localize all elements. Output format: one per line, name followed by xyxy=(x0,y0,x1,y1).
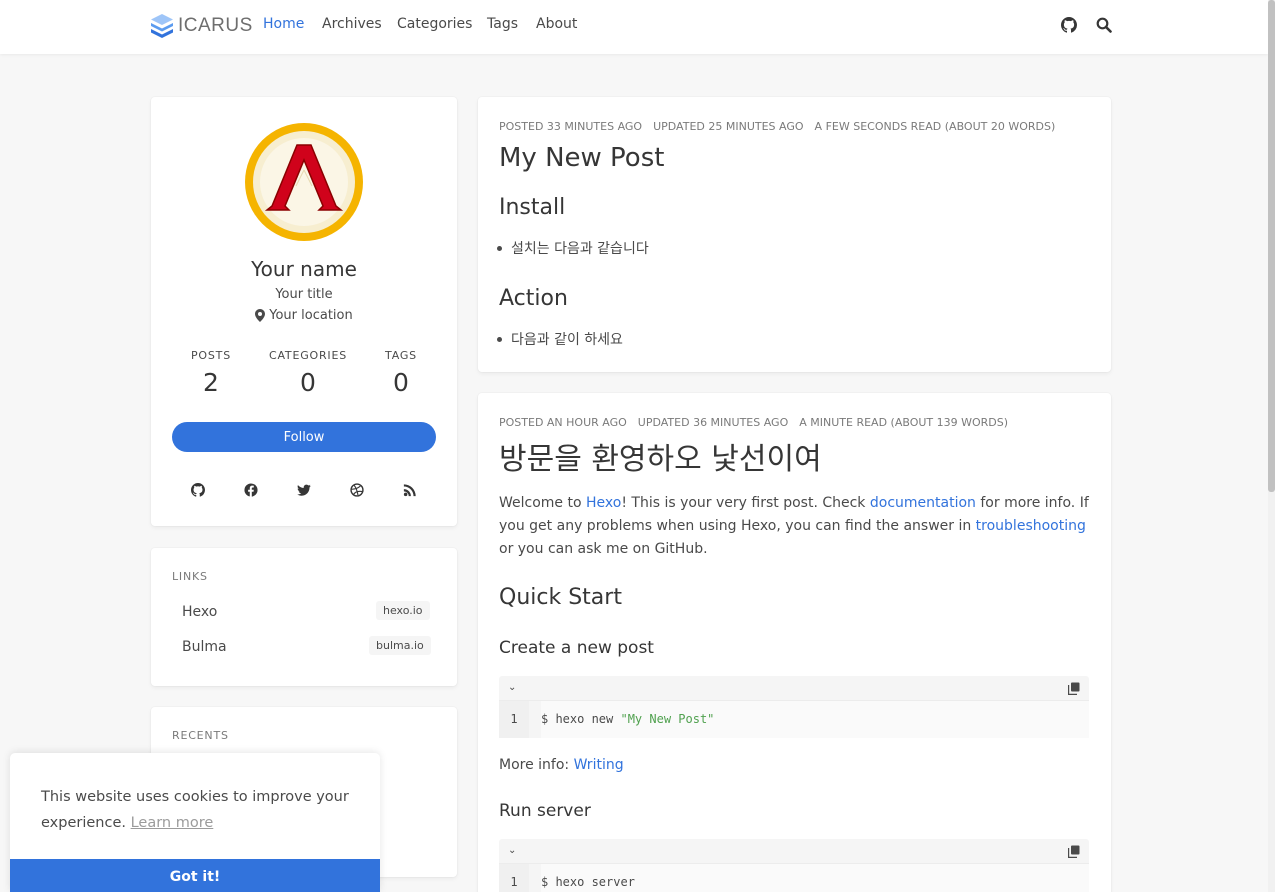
brand-logo-icon xyxy=(151,14,173,38)
hexo-link[interactable]: Hexo xyxy=(586,495,621,511)
recents-section-label: RECENTS xyxy=(172,729,229,742)
post-updated-date: UPDATED 25 MINUTES AGO xyxy=(653,120,804,133)
stat-value: 0 xyxy=(300,368,316,397)
profile-name: Your name xyxy=(251,257,357,281)
chevron-down-icon[interactable]: ⌄ xyxy=(508,682,516,693)
code-body: 1 $ hexo server xyxy=(499,864,1089,892)
code-line: $ hexo new "My New Post" xyxy=(541,701,1089,738)
follow-button[interactable]: Follow xyxy=(172,422,436,452)
stat-posts[interactable]: POSTS 2 xyxy=(161,349,261,397)
search-icon[interactable] xyxy=(1096,17,1112,33)
profile-location-text: Your location xyxy=(269,308,353,323)
links-card: LINKS Hexo hexo.io Bulma bulma.io xyxy=(151,548,457,686)
post-read-time: A MINUTE READ (ABOUT 139 WORDS) xyxy=(799,416,1009,429)
cookie-accept-button[interactable]: Got it! xyxy=(10,859,380,892)
profile-title: Your title xyxy=(275,287,333,302)
chevron-down-icon[interactable]: ⌄ xyxy=(508,845,516,856)
dribbble-icon[interactable] xyxy=(350,483,364,497)
code-string: "My New Post" xyxy=(620,712,715,726)
section-heading: Action xyxy=(499,286,568,311)
stat-categories[interactable]: CATEGORIES 0 xyxy=(258,349,358,397)
code-text: $ hexo new xyxy=(541,712,621,726)
cookie-message: This website uses cookies to improve you… xyxy=(41,784,361,836)
post-posted-date: POSTED AN HOUR AGO xyxy=(499,416,627,429)
avatar xyxy=(245,123,363,241)
code-block: ⌄ 1 $ hexo server xyxy=(499,839,1089,892)
cookie-banner: This website uses cookies to improve you… xyxy=(10,753,380,892)
nav-home[interactable]: Home xyxy=(263,16,304,32)
nav-tags[interactable]: Tags xyxy=(487,16,518,32)
section-heading: Quick Start xyxy=(499,585,622,610)
nav-about[interactable]: About xyxy=(536,16,577,32)
stat-label: POSTS xyxy=(191,349,231,362)
link-bulma[interactable]: Bulma xyxy=(182,639,227,655)
learn-more-link[interactable]: Learn more xyxy=(131,815,214,831)
link-bulma-tag: bulma.io xyxy=(369,636,431,655)
more-info-label: More info: xyxy=(499,757,574,773)
copy-icon[interactable] xyxy=(1068,682,1080,695)
post-meta: POSTED AN HOUR AGO UPDATED 36 MINUTES AGO… xyxy=(499,416,1019,429)
stat-tags[interactable]: TAGS 0 xyxy=(351,349,451,397)
link-hexo[interactable]: Hexo xyxy=(182,604,217,620)
links-section-label: LINKS xyxy=(172,570,208,583)
link-hexo-tag: hexo.io xyxy=(376,601,430,620)
github-icon[interactable] xyxy=(1061,17,1077,33)
more-info: More info: Writing xyxy=(499,754,1091,777)
stat-value: 2 xyxy=(203,368,219,397)
line-number: 1 xyxy=(499,864,529,892)
list-item: 설치는 다음과 같습니다 xyxy=(497,238,649,258)
map-marker-icon xyxy=(255,309,266,322)
intro-text: ! This is your very first post. Check xyxy=(621,495,870,511)
post-title[interactable]: 방문을 환영하오 낯선이여 xyxy=(499,434,822,478)
post-title[interactable]: My New Post xyxy=(499,143,664,173)
intro-text: Welcome to xyxy=(499,495,586,511)
brand-name: ICARUS xyxy=(178,15,253,36)
code-body: 1 $ hexo new "My New Post" xyxy=(499,701,1089,738)
scrollbar-thumb[interactable] xyxy=(1268,0,1275,492)
post-card: POSTED 33 MINUTES AGO UPDATED 25 MINUTES … xyxy=(478,97,1111,372)
line-number: 1 xyxy=(499,701,529,738)
troubleshooting-link[interactable]: troubleshooting xyxy=(976,518,1086,534)
navbar: ICARUS Home Archives Categories Tags Abo… xyxy=(0,0,1268,54)
subsection-heading: Create a new post xyxy=(499,638,654,658)
list-item: 다음과 같이 하세요 xyxy=(497,329,623,349)
subsection-heading: Run server xyxy=(499,801,591,821)
page-scrollbar[interactable] xyxy=(1268,0,1275,892)
profile-location: Your location xyxy=(151,308,457,323)
writing-link[interactable]: Writing xyxy=(574,757,624,773)
post-meta: POSTED 33 MINUTES AGO UPDATED 25 MINUTES … xyxy=(499,120,1066,133)
post-intro: Welcome to Hexo! This is your very first… xyxy=(499,492,1091,561)
stat-label: TAGS xyxy=(385,349,417,362)
nav-archives[interactable]: Archives xyxy=(322,16,382,32)
post-posted-date: POSTED 33 MINUTES AGO xyxy=(499,120,643,133)
stat-label: CATEGORIES xyxy=(268,349,348,362)
profile-card: Your name Your title Your location POSTS… xyxy=(151,97,457,526)
intro-text: or you can ask me on GitHub. xyxy=(499,541,708,557)
post-card: POSTED AN HOUR AGO UPDATED 36 MINUTES AGO… xyxy=(478,393,1111,892)
facebook-icon[interactable] xyxy=(244,483,258,497)
code-block: ⌄ 1 $ hexo new "My New Post" xyxy=(499,676,1089,738)
twitter-icon[interactable] xyxy=(297,483,311,497)
post-updated-date: UPDATED 36 MINUTES AGO xyxy=(637,416,789,429)
github-icon[interactable] xyxy=(191,483,205,497)
code-header: ⌄ xyxy=(499,839,1089,864)
copy-icon[interactable] xyxy=(1068,845,1080,858)
documentation-link[interactable]: documentation xyxy=(870,495,976,511)
post-read-time: A FEW SECONDS READ (ABOUT 20 WORDS) xyxy=(814,120,1056,133)
code-line: $ hexo server xyxy=(541,864,1089,892)
rss-icon[interactable] xyxy=(403,483,417,497)
section-heading: Install xyxy=(499,195,566,220)
brand-link[interactable]: ICARUS xyxy=(150,13,253,39)
nav-categories[interactable]: Categories xyxy=(397,16,472,32)
stat-value: 0 xyxy=(393,368,409,397)
code-header: ⌄ xyxy=(499,676,1089,701)
